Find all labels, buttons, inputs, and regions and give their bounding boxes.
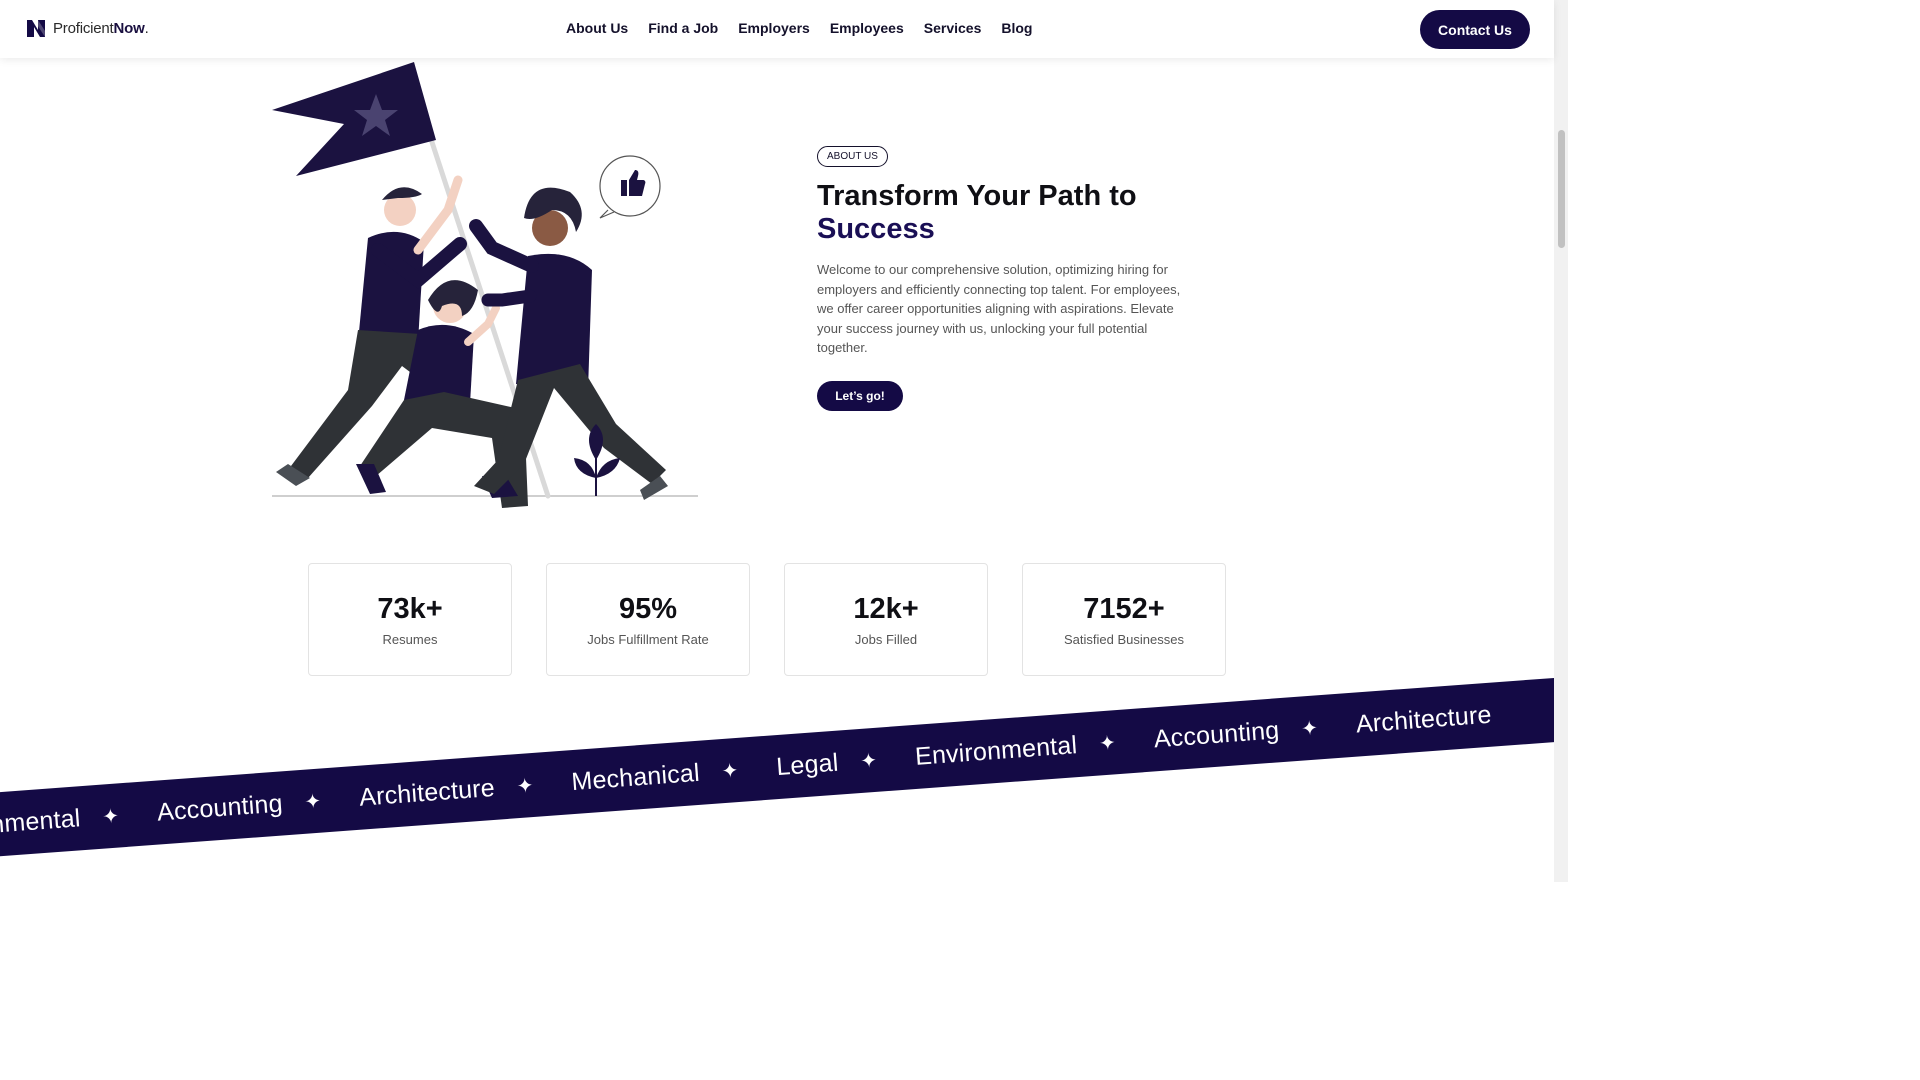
stat-label: Satisfied Businesses <box>1064 632 1184 647</box>
hero-title-accent: Success <box>817 213 935 245</box>
top-navbar: ProficientNow. About Us Find a Job Emplo… <box>0 0 1554 58</box>
ribbon-track: Environmental ✦ Accounting ✦ Architecture ✦… <box>0 700 1493 844</box>
ribbon-item: Architecture ✦ <box>358 768 572 813</box>
ribbon-item-label: Legal <box>775 748 840 781</box>
industries-ribbon: Environmental ✦ Accounting ✦ Architecture ✦… <box>0 674 1554 859</box>
about-us-badge: ABOUT US <box>817 146 888 167</box>
main-nav: About Us Find a Job Employers Employees … <box>566 20 1032 36</box>
ribbon-item: Environmental ✦ <box>914 725 1155 771</box>
nav-item-blog[interactable]: Blog <box>1001 20 1032 36</box>
stat-card-jobs-filled: 12k+ Jobs Filled <box>784 563 988 676</box>
ribbon-item: Accounting ✦ <box>156 783 360 827</box>
nav-item-employees[interactable]: Employees <box>830 20 904 36</box>
sparkle-icon: ✦ <box>859 749 879 773</box>
stat-value: 73k+ <box>377 593 443 625</box>
ribbon-item-label: Mechanical <box>570 758 701 796</box>
stat-label: Resumes <box>382 632 438 647</box>
sparkle-icon: ✦ <box>101 804 121 829</box>
lets-go-button[interactable]: Let’s go! <box>817 381 903 411</box>
page-scrollbar-thumb[interactable] <box>1558 130 1565 248</box>
brand-logo[interactable]: ProficientNow. <box>25 17 149 39</box>
hero-title-line1: Transform Your Path to <box>817 180 1137 212</box>
ribbon-item-label: Environmental <box>914 730 1079 771</box>
stat-card-fulfillment-rate: 95% Jobs Fulfillment Rate <box>546 563 750 676</box>
ribbon-item-label: Architecture <box>358 773 496 812</box>
stat-value: 95% <box>618 593 678 625</box>
stat-value: 12k+ <box>853 593 919 625</box>
ribbon-item-label: Accounting <box>1152 715 1281 753</box>
ribbon-item-label: Accounting <box>156 788 284 827</box>
nav-item-services[interactable]: Services <box>924 20 982 36</box>
ribbon-item: Environmental ✦ <box>0 798 158 844</box>
hero-description: Welcome to our comprehensive solution, o… <box>817 262 1181 356</box>
sparkle-icon: ✦ <box>303 790 323 814</box>
hero-title: Transform Your Path to Success <box>817 180 1137 246</box>
stat-label: Jobs Filled <box>854 632 918 647</box>
industries-ribbon-clip: Environmental ✦ Accounting ✦ Architecture ✦… <box>0 0 1554 882</box>
team-flag-illustration <box>272 62 698 508</box>
nav-item-about-us[interactable]: About Us <box>566 20 628 36</box>
nav-item-employers[interactable]: Employers <box>738 20 810 36</box>
contact-us-button[interactable]: Contact Us <box>1420 10 1530 49</box>
brand-name: ProficientNow. <box>53 19 149 37</box>
stat-card-satisfied-businesses: 7152+ Satisfied Businesses <box>1022 563 1226 676</box>
sparkle-icon: ✦ <box>515 774 535 798</box>
stat-value: 7152+ <box>1083 593 1165 625</box>
stat-label: Jobs Fulfillment Rate <box>587 632 709 647</box>
ribbon-item-label: Architecture <box>1354 700 1493 739</box>
stats-row: 73k+ Resumes 95% Jobs Fulfillment Rate 1… <box>308 563 1226 676</box>
stat-card-resumes: 73k+ Resumes <box>308 563 512 676</box>
ribbon-item: Accounting ✦ <box>1153 710 1357 754</box>
nav-item-find-a-job[interactable]: Find a Job <box>648 20 718 36</box>
ribbon-item-label: Environmental <box>0 803 82 844</box>
sparkle-icon: ✦ <box>1300 716 1319 741</box>
ribbon-item: Legal ✦ <box>775 742 916 781</box>
sparkle-icon: ✦ <box>1098 731 1117 755</box>
ribbon-item: Mechanical ✦ <box>570 753 777 797</box>
logo-mark-icon <box>27 20 45 37</box>
sparkle-icon: ✦ <box>720 759 740 783</box>
ribbon-item: Architecture <box>1355 700 1493 739</box>
